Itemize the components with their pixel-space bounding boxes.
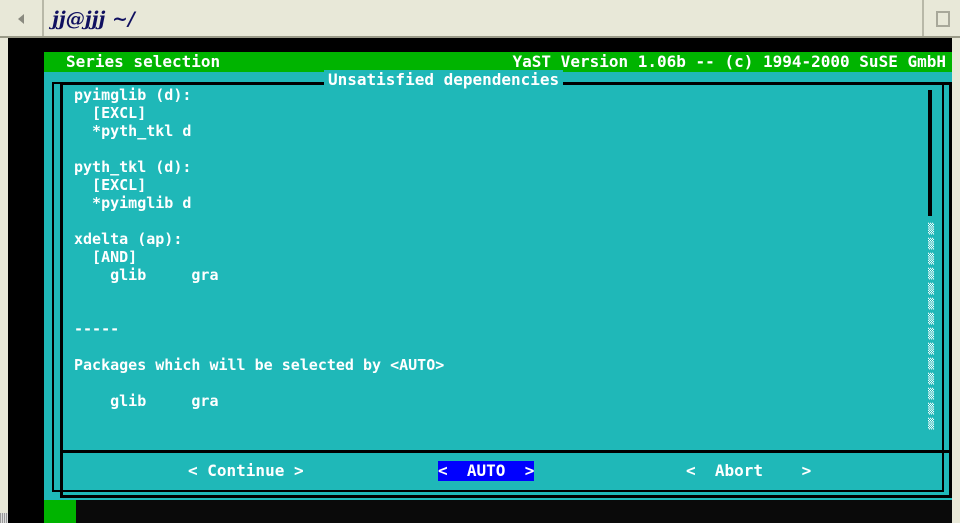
bottom-status-block	[44, 500, 76, 523]
resize-grip-icon[interactable]	[0, 513, 8, 523]
list-item: xdelta (ap):	[74, 230, 183, 248]
window-right-border	[952, 38, 960, 523]
list-item: [EXCL]	[74, 104, 147, 122]
bottom-bar-shadow	[76, 500, 952, 523]
list-item: pyth_tkl (d):	[74, 158, 192, 176]
scroll-dots-icon[interactable]: ▒ ▒ ▒ ▒ ▒ ▒ ▒ ▒ ▒ ▒ ▒ ▒ ▒ ▒	[926, 222, 936, 432]
auto-button[interactable]: < AUTO >	[438, 461, 535, 481]
list-item: [EXCL]	[74, 176, 147, 194]
terminal-window: jj@jjj ~/ Series selection YaST Version …	[0, 0, 960, 523]
window-menu-button[interactable]	[0, 0, 44, 36]
list-item: pyimglib (d):	[74, 86, 192, 104]
window-titlebar[interactable]: jj@jjj ~/	[0, 0, 960, 38]
terminal-area: Series selection YaST Version 1.06b -- (…	[8, 38, 952, 523]
list-item: glib gra	[74, 266, 219, 284]
window-title: jj@jjj ~/	[52, 8, 135, 30]
list-item: -----	[74, 320, 120, 338]
list-item: glib gra	[74, 392, 219, 410]
list-item: *pyth_tkl d	[74, 122, 192, 140]
continue-button[interactable]: < Continue >	[188, 461, 304, 481]
triangle-left-icon	[18, 14, 24, 24]
dependencies-dialog	[60, 82, 952, 498]
dialog-title: Unsatisfied dependencies	[324, 70, 564, 90]
scrollbar-track[interactable]	[928, 90, 932, 216]
list-item: [AND]	[74, 248, 138, 266]
status-right-text: YaST Version 1.06b -- (c) 1994-2000 SuSE…	[512, 52, 946, 71]
dialog-buttons: < Continue > < AUTO > < Abort >	[60, 453, 952, 497]
maximize-icon	[936, 11, 950, 27]
status-left-text: Series selection	[66, 52, 221, 71]
window-maximize-button[interactable]	[922, 0, 960, 36]
list-item: Packages which will be selected by <AUTO…	[74, 356, 445, 374]
abort-button[interactable]: < Abort >	[686, 461, 811, 481]
window-left-border	[0, 38, 8, 523]
yast-status-bar: Series selection YaST Version 1.06b -- (…	[44, 52, 952, 72]
list-item: *pyimglib d	[74, 194, 192, 212]
